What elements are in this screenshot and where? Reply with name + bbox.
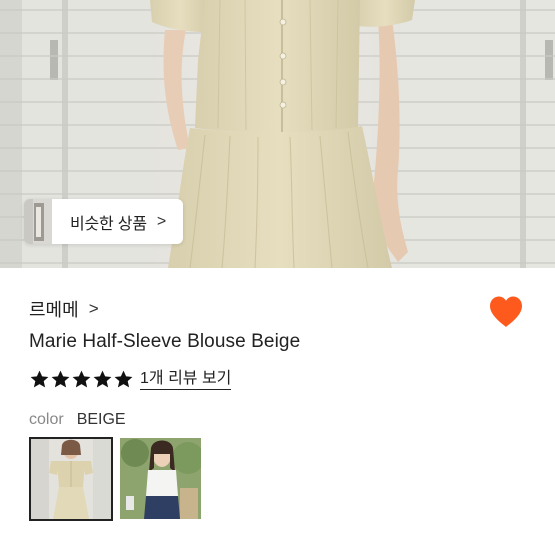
color-option-label: color xyxy=(29,411,64,428)
color-swatch-white[interactable] xyxy=(120,438,201,519)
product-title: Marie Half-Sleeve Blouse Beige xyxy=(29,331,301,352)
similar-products-thumbnail xyxy=(24,199,52,244)
star-icon xyxy=(93,370,112,388)
view-reviews-link[interactable]: 1개 리뷰 보기 xyxy=(140,370,232,390)
star-icon xyxy=(114,370,133,388)
star-rating xyxy=(29,369,134,390)
rating-row: 1개 리뷰 보기 xyxy=(29,369,232,390)
brand-link[interactable]: 르메메 > xyxy=(29,296,99,322)
color-option-value: BEIGE xyxy=(76,411,126,428)
color-swatch-beige[interactable] xyxy=(29,437,113,521)
color-option: color BEIGE xyxy=(29,411,126,429)
star-icon xyxy=(51,370,70,388)
star-icon xyxy=(72,370,91,388)
heart-icon[interactable] xyxy=(488,295,524,329)
similar-products-button[interactable]: 비슷한 상품 > xyxy=(24,199,183,244)
star-icon xyxy=(30,370,49,388)
similar-products-label: 비슷한 상품 xyxy=(70,215,147,233)
product-hero-image[interactable]: 비슷한 상품 > xyxy=(0,0,555,268)
chevron-right-icon: > xyxy=(88,299,99,318)
brand-name: 르메메 xyxy=(29,300,79,320)
chevron-right-icon: > xyxy=(156,212,167,230)
